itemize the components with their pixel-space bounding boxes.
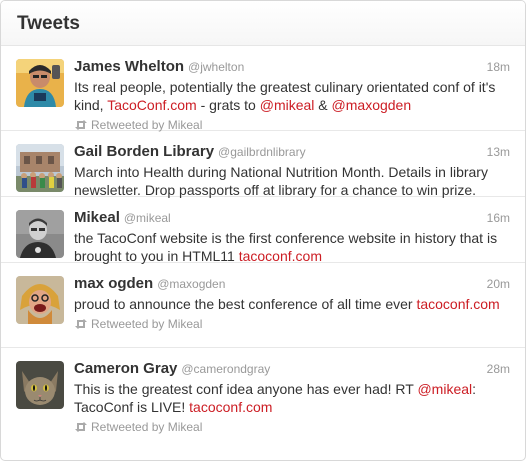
tweet-text-part: This is the greatest conf idea anyone ha… <box>74 381 418 397</box>
avatar[interactable] <box>16 59 64 107</box>
avatar[interactable] <box>16 361 64 409</box>
retweet-context: Retweeted by Mikeal <box>74 419 511 435</box>
tweet-mention-link[interactable]: @mikeal <box>260 97 315 113</box>
tweet-item[interactable]: Mikeal @mikeal 16m the TacoConf website i… <box>1 197 525 265</box>
panel-header: Tweets <box>1 1 525 46</box>
panel-title: Tweets <box>17 13 81 34</box>
retweet-label[interactable]: Retweeted by Mikeal <box>91 419 202 435</box>
tweet-item[interactable]: Gail Borden Library @gailbrdnlibrary 13m … <box>1 131 525 198</box>
tweet-item[interactable]: max ogden @maxogden 20m proud to announce… <box>1 263 525 348</box>
tweet-item[interactable]: Cameron Gray @camerondgray 28m This is th… <box>1 348 525 435</box>
tweet-text: This is the greatest conf idea anyone ha… <box>74 380 511 416</box>
tweet-timestamp[interactable]: 18m <box>487 56 510 78</box>
avatar-james-whelton-icon <box>16 59 64 107</box>
tweet-timestamp[interactable]: 13m <box>487 141 510 163</box>
tweet-link[interactable]: TacoConf.com <box>107 97 196 113</box>
avatar-mikeal-icon <box>16 210 64 258</box>
tweet-link[interactable]: tacoconf.com <box>416 296 499 312</box>
avatar-max-ogden-icon <box>16 276 64 324</box>
tweet-text: proud to announce the best conference of… <box>74 295 511 313</box>
retweet-icon <box>75 120 87 130</box>
tweet-timestamp[interactable]: 20m <box>487 273 510 295</box>
tweet-author-name[interactable]: Cameron Gray <box>74 360 177 377</box>
avatar-cameron-gray-icon <box>16 361 64 409</box>
tweet-link[interactable]: tacoconf.com <box>189 399 272 415</box>
tweets-panel: Tweets James Whelton @jwhelton 18m Its re… <box>0 0 526 461</box>
avatar[interactable] <box>16 210 64 258</box>
tweet-text: Its real people, potentially the greates… <box>74 78 511 114</box>
tweet-author-handle[interactable]: @camerondgray <box>181 362 270 376</box>
tweet-text: the TacoConf website is the first confer… <box>74 229 511 265</box>
tweet-author-handle[interactable]: @maxogden <box>157 277 225 291</box>
tweet-item[interactable]: James Whelton @jwhelton 18m Its real peop… <box>1 46 525 132</box>
avatar-gail-borden-library-icon <box>16 144 64 192</box>
tweet-timestamp[interactable]: 28m <box>487 358 510 380</box>
tweet-mention-link[interactable]: @maxogden <box>332 97 412 113</box>
tweet-timestamp[interactable]: 16m <box>487 207 510 229</box>
retweet-icon <box>75 422 87 432</box>
tweet-text-part: & <box>314 97 332 113</box>
tweet-link[interactable]: tacoconf.com <box>239 248 322 264</box>
tweet-text: March into Health during National Nutrit… <box>74 164 488 198</box>
tweet-text-part: proud to announce the best conference of… <box>74 296 417 312</box>
avatar[interactable] <box>16 144 64 192</box>
tweet-author-handle[interactable]: @jwhelton <box>188 60 244 74</box>
tweet-author-name[interactable]: max ogden <box>74 275 153 292</box>
tweet-mention-link[interactable]: @mikeal <box>417 381 472 397</box>
tweet-author-name[interactable]: James Whelton <box>74 58 184 75</box>
tweet-author-name[interactable]: Gail Borden Library <box>74 143 214 160</box>
retweet-label[interactable]: Retweeted by Mikeal <box>91 316 202 332</box>
retweet-icon <box>75 319 87 329</box>
avatar[interactable] <box>16 276 64 324</box>
tweet-text-part: - grats to <box>196 97 260 113</box>
tweet-author-handle[interactable]: @mikeal <box>124 211 171 225</box>
tweet-author-name[interactable]: Mikeal <box>74 209 120 226</box>
retweet-context: Retweeted by Mikeal <box>74 316 511 332</box>
tweet-author-handle[interactable]: @gailbrdnlibrary <box>218 145 306 159</box>
